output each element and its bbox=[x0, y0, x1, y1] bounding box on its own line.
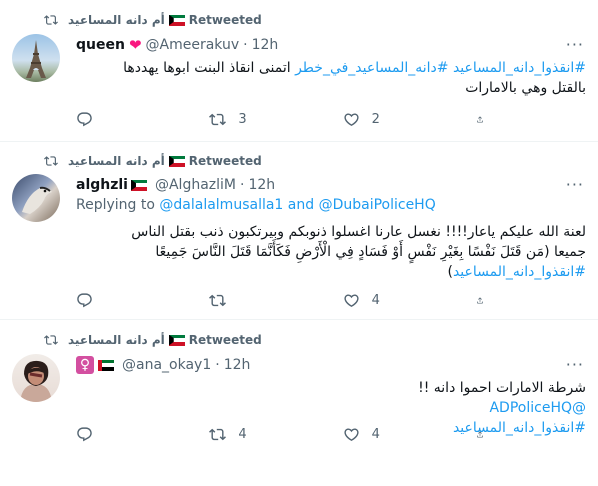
avatar[interactable] bbox=[12, 34, 60, 82]
text-line: شرطة الامارات احموا دانه !! bbox=[418, 380, 586, 396]
separator-dot: · bbox=[215, 357, 220, 373]
replying-to: Replying to @dalalalmusalla1 and @DubaiP… bbox=[76, 197, 436, 213]
text-line: لعنة الله عليكم ياعار!!!! نغسل عارنا اغس… bbox=[131, 224, 586, 240]
timestamp[interactable]: 12h bbox=[248, 177, 275, 193]
like-button[interactable]: 4 bbox=[343, 290, 413, 310]
like-count: 2 bbox=[371, 111, 380, 127]
tweet-actions: 4 bbox=[76, 290, 496, 310]
timestamp[interactable]: 12h bbox=[252, 37, 279, 53]
user-handle[interactable]: @Ameerakuv bbox=[146, 37, 240, 53]
like-icon bbox=[344, 293, 359, 307]
like-button[interactable]: 2 bbox=[343, 109, 413, 129]
retweet-icon bbox=[209, 113, 227, 125]
retweet-icon bbox=[44, 13, 60, 27]
reply-button[interactable] bbox=[76, 109, 146, 129]
retweeted-label: Retweeted bbox=[188, 333, 262, 347]
retweeter-name[interactable]: أم دانه المساعيد bbox=[68, 13, 165, 27]
reply-mentions[interactable]: @dalalalmusalla1 and @DubaiPoliceHQ bbox=[159, 197, 435, 213]
reply-button[interactable] bbox=[76, 290, 146, 310]
share-icon bbox=[476, 430, 483, 437]
retweet-count: 4 bbox=[238, 426, 247, 442]
woman-portrait-icon bbox=[20, 360, 52, 402]
replying-to-label: Replying to bbox=[76, 197, 160, 213]
retweet-context: أم دانه المساعيد Retweeted bbox=[44, 153, 262, 169]
retweet-button[interactable]: 3 bbox=[209, 109, 279, 129]
kuwait-flag-icon bbox=[168, 334, 185, 346]
retweeted-label: Retweeted bbox=[188, 154, 262, 168]
display-name[interactable]: alghzli bbox=[76, 177, 128, 193]
tweet-text: #انقذوا_دانه_المساعيد #دانه_المساعيد_في_… bbox=[76, 58, 586, 98]
like-count: 4 bbox=[371, 426, 380, 442]
display-name[interactable]: queen bbox=[76, 37, 125, 53]
share-icon bbox=[476, 115, 483, 122]
eiffel-tower-icon bbox=[26, 40, 46, 78]
share-button[interactable] bbox=[476, 290, 496, 310]
kuwait-flag-icon bbox=[168, 155, 185, 167]
tweet-actions: 3 2 bbox=[76, 109, 496, 129]
more-options-icon[interactable]: ··· bbox=[566, 177, 584, 193]
like-button[interactable]: 4 bbox=[343, 424, 413, 444]
mention-link[interactable]: @ADPoliceHQ bbox=[76, 398, 586, 418]
more-options-icon[interactable]: ··· bbox=[566, 357, 584, 373]
text-line: اتمنى انقاذ البنت ابوها يهددها bbox=[123, 60, 296, 76]
retweet-icon bbox=[209, 428, 227, 440]
like-count: 4 bbox=[371, 292, 380, 308]
uae-flag-icon bbox=[98, 359, 114, 371]
text-line: بالقتل وهي بالامارات bbox=[465, 80, 586, 96]
hawk-icon bbox=[22, 186, 52, 214]
separator-dot: · bbox=[243, 37, 248, 53]
more-options-icon[interactable]: ··· bbox=[566, 37, 584, 53]
retweet-count: 3 bbox=[238, 111, 247, 127]
kuwait-flag-icon bbox=[168, 14, 185, 26]
reply-icon bbox=[77, 111, 92, 126]
retweet-context: أم دانه المساعيد Retweeted bbox=[44, 332, 262, 348]
retweet-icon bbox=[44, 333, 60, 347]
separator-dot: · bbox=[240, 177, 245, 193]
tweet[interactable]: أم دانه المساعيد Retweeted alghzli @Algh… bbox=[0, 142, 598, 320]
retweet-icon bbox=[44, 154, 60, 168]
tweet-header: queen ❤ @Ameerakuv · 12h bbox=[76, 35, 278, 55]
heart-emoji-icon: ❤ bbox=[128, 36, 142, 54]
hashtag[interactable]: #انقذوا_دانه_المساعيد #دانه_المساعيد_في_… bbox=[295, 60, 586, 76]
female-sign-badge: ♀ bbox=[76, 356, 94, 374]
tweet-text: لعنة الله عليكم ياعار!!!! نغسل عارنا اغس… bbox=[76, 222, 586, 282]
timestamp[interactable]: 12h bbox=[224, 357, 251, 373]
like-icon bbox=[344, 427, 359, 441]
reply-icon bbox=[77, 292, 92, 307]
retweet-button[interactable]: 4 bbox=[209, 424, 279, 444]
avatar[interactable] bbox=[12, 174, 60, 222]
share-button[interactable] bbox=[476, 109, 496, 129]
tweet-actions: 4 4 bbox=[76, 424, 496, 444]
kuwait-flag-icon bbox=[130, 179, 147, 191]
tweet-header: alghzli @AlghazliM · 12h bbox=[76, 175, 275, 195]
tweet[interactable]: أم دانه المساعيد Retweeted ♀ @ana_okay1 … bbox=[0, 320, 598, 486]
reply-icon bbox=[77, 426, 92, 441]
user-handle[interactable]: @AlghazliM bbox=[155, 177, 236, 193]
hashtag[interactable]: #انقذوا_دانه_المساعيد bbox=[453, 264, 586, 280]
user-handle[interactable]: @ana_okay1 bbox=[122, 357, 211, 373]
text-line: جميعا (مَن قَتَلَ نَفْسًا بِغَيْرِ نَفْس… bbox=[155, 244, 586, 260]
tweet-header: ♀ @ana_okay1 · 12h bbox=[76, 355, 250, 375]
retweet-icon bbox=[209, 294, 227, 306]
retweet-button[interactable] bbox=[209, 290, 279, 310]
retweeter-name[interactable]: أم دانه المساعيد bbox=[68, 333, 165, 347]
share-icon bbox=[476, 296, 483, 303]
tweet[interactable]: أم دانه المساعيد Retweeted queen ❤ @Amee… bbox=[0, 0, 598, 142]
retweet-context: أم دانه المساعيد Retweeted bbox=[44, 12, 262, 28]
reply-button[interactable] bbox=[76, 424, 146, 444]
avatar[interactable] bbox=[12, 354, 60, 402]
like-icon bbox=[344, 112, 359, 126]
share-button[interactable] bbox=[476, 424, 496, 444]
retweeter-name[interactable]: أم دانه المساعيد bbox=[68, 154, 165, 168]
retweeted-label: Retweeted bbox=[188, 13, 262, 27]
